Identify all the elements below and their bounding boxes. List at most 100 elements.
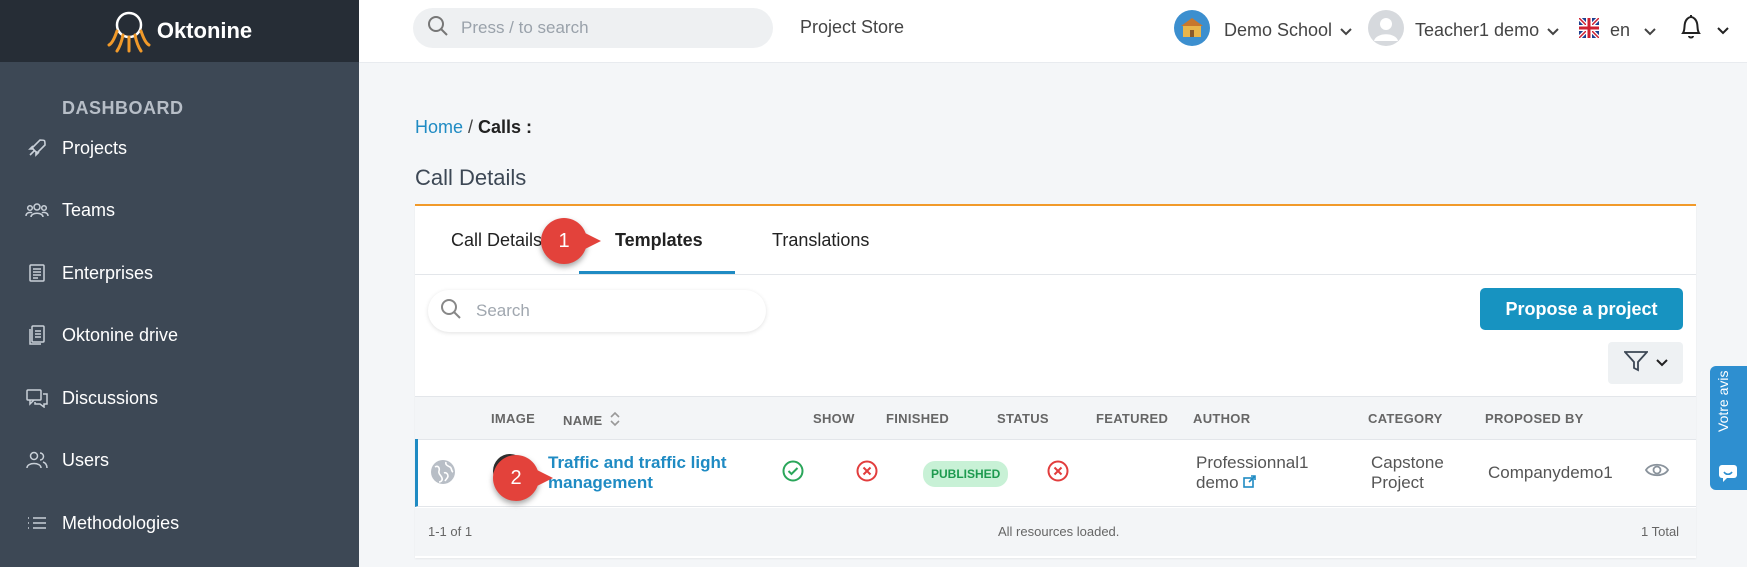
template-name-line1: Traffic and traffic light xyxy=(548,453,727,472)
feedback-chat-icon xyxy=(1718,464,1738,487)
annotation-marker-2: 2 xyxy=(493,455,553,501)
author-cell: Professionnal1 demo xyxy=(1196,453,1308,493)
view-eye-icon[interactable] xyxy=(1644,461,1670,484)
brand-name: Oktonine xyxy=(156,18,253,43)
marker-number: 1 xyxy=(558,229,570,252)
breadcrumb: Home / Calls : xyxy=(415,117,532,138)
filter-icon xyxy=(1622,350,1649,377)
sidebar-item-label: Methodologies xyxy=(62,512,180,533)
chevron-down-icon xyxy=(1655,354,1668,372)
school-logo-icon xyxy=(1174,10,1210,51)
marker-arrow xyxy=(577,229,601,253)
avatar xyxy=(1368,10,1404,51)
notifications-menu[interactable] xyxy=(1679,14,1729,45)
user-name: Teacher1 demo xyxy=(1415,20,1540,40)
chevron-down-icon xyxy=(1547,20,1559,41)
sidebar-item-users[interactable]: Users xyxy=(0,438,359,482)
column-header-status: STATUS xyxy=(997,411,1049,426)
sidebar-item-label: Enterprises xyxy=(62,262,154,283)
feedback-label: Votre avis xyxy=(1715,370,1731,432)
sidebar-item-label: Users xyxy=(62,449,110,470)
breadcrumb-separator: / xyxy=(468,117,474,137)
octopus-icon xyxy=(107,11,151,53)
chat-icon xyxy=(24,385,50,411)
search-icon xyxy=(427,15,449,42)
tab-translations[interactable]: Translations xyxy=(772,230,869,251)
annotation-marker-1: 1 xyxy=(541,218,601,264)
chevron-down-icon xyxy=(1340,20,1352,41)
template-name-line2: management xyxy=(548,473,653,492)
table-header: IMAGE NAME SHOW FINISHED STATUS FEATURED… xyxy=(415,396,1696,440)
language-label: en xyxy=(1610,20,1631,40)
category-cell: Capstone Project xyxy=(1371,453,1444,493)
load-status: All resources loaded. xyxy=(998,524,1120,539)
sidebar-item-label: Discussions xyxy=(62,387,159,408)
filter-button[interactable] xyxy=(1608,342,1683,384)
global-search[interactable] xyxy=(413,8,773,48)
active-tab-indicator xyxy=(579,271,735,274)
call-details-card: Call Details Templates Translations Prop… xyxy=(415,204,1696,558)
sidebar-item-enterprises[interactable]: Enterprises xyxy=(0,251,359,295)
author-link[interactable]: demo xyxy=(1196,473,1308,493)
logo-bar: Oktonine xyxy=(0,0,359,62)
drive-icon xyxy=(24,322,50,348)
author-line1: Professionnal1 xyxy=(1196,453,1309,472)
breadcrumb-home-link[interactable]: Home xyxy=(415,117,463,137)
school-selector[interactable]: Demo School xyxy=(1174,10,1352,51)
marker-arrow xyxy=(529,466,553,490)
show-check-icon xyxy=(782,460,804,487)
sidebar-item-teams[interactable]: Teams xyxy=(0,188,359,232)
column-header-name-label: NAME xyxy=(563,413,603,428)
language-selector[interactable]: en xyxy=(1577,16,1656,43)
globe-icon xyxy=(430,459,456,490)
column-header-name[interactable]: NAME xyxy=(563,411,621,430)
sidebar-item-label: Teams xyxy=(62,199,116,220)
feedback-widget[interactable]: Votre avis xyxy=(1710,366,1747,490)
bell-icon xyxy=(1679,14,1703,45)
tab-bar: Call Details Templates Translations xyxy=(415,206,1696,275)
breadcrumb-current: Calls : xyxy=(478,117,533,137)
sidebar-item-methodologies[interactable]: Methodologies xyxy=(0,501,359,545)
external-link-icon xyxy=(1243,473,1257,492)
teams-icon xyxy=(24,197,50,223)
chevron-down-icon xyxy=(1717,19,1729,40)
sidebar-section-title: DASHBOARD xyxy=(62,98,184,118)
tab-templates[interactable]: Templates xyxy=(615,230,703,251)
sort-icon xyxy=(610,411,621,430)
oktonine-logo[interactable]: Oktonine xyxy=(107,9,252,53)
chevron-down-icon xyxy=(1644,20,1656,41)
templates-search-input[interactable] xyxy=(474,300,758,322)
project-store-link[interactable]: Project Store xyxy=(800,17,904,38)
finished-cross-icon xyxy=(856,460,878,487)
featured-cross-icon xyxy=(1047,460,1069,487)
column-header-finished: FINISHED xyxy=(886,411,950,426)
column-header-author: AUTHOR xyxy=(1193,411,1251,426)
enterprise-icon xyxy=(24,260,50,286)
table-row[interactable]: Traffic and traffic light management PUB… xyxy=(415,439,1696,507)
column-header-featured: FEATURED xyxy=(1096,411,1169,426)
tab-call-details[interactable]: Call Details xyxy=(451,230,542,251)
column-header-category: CATEGORY xyxy=(1368,411,1443,426)
author-line2: demo xyxy=(1196,473,1239,492)
pagination-range: 1-1 of 1 xyxy=(428,524,473,539)
category-line2: Project xyxy=(1371,473,1424,492)
list-icon xyxy=(24,510,50,536)
sidebar-item-label: Projects xyxy=(62,137,128,158)
sidebar-item-oktonine-drive[interactable]: Oktonine drive xyxy=(0,313,359,357)
templates-search[interactable] xyxy=(428,290,766,332)
users-icon xyxy=(24,447,50,473)
global-search-input[interactable] xyxy=(459,17,753,39)
user-menu[interactable]: Teacher1 demo xyxy=(1368,10,1559,51)
column-header-image: IMAGE xyxy=(491,411,536,426)
marker-number: 2 xyxy=(510,466,522,489)
sidebar-item-discussions[interactable]: Discussions xyxy=(0,376,359,420)
uk-flag-icon xyxy=(1577,16,1601,43)
sidebar: Oktonine DASHBOARD Projects Teams Enterp… xyxy=(0,0,359,567)
proposed-by-cell: Companydemo1 xyxy=(1488,463,1613,482)
sidebar-item-label: Oktonine drive xyxy=(62,324,179,345)
sidebar-item-projects[interactable]: Projects xyxy=(0,126,359,170)
template-name-link[interactable]: Traffic and traffic light management xyxy=(548,453,727,493)
propose-project-button[interactable]: Propose a project xyxy=(1480,288,1683,330)
category-line1: Capstone xyxy=(1371,453,1444,472)
school-name: Demo School xyxy=(1224,20,1333,40)
